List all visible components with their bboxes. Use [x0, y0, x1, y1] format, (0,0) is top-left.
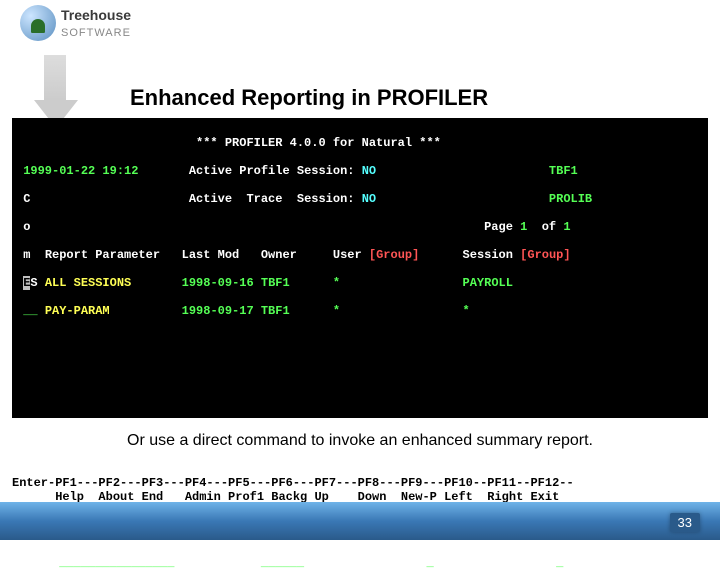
- page-number: 33: [670, 513, 700, 532]
- row-1-lastmod: 1998-09-16: [182, 276, 254, 290]
- amend-groups-1: Amend Groups?: [326, 556, 420, 570]
- active-trace-label: Active Trace Session:: [189, 192, 355, 206]
- terminal-screen: *** PROFILER 4.0.0 for Natural *** 1999-…: [12, 120, 708, 418]
- row-2-user: *: [333, 304, 340, 318]
- row-2-lastmod: 1998-09-17: [182, 304, 254, 318]
- col-last-mod: Last Mod: [182, 248, 240, 262]
- right-val-2: PROLIB: [549, 192, 592, 206]
- cmd-underline[interactable]: __: [23, 304, 37, 318]
- pf-key-header: Enter-PF1---PF2---PF3---PF4---PF5---PF6-…: [12, 476, 574, 490]
- col-owner: Owner: [261, 248, 297, 262]
- col-session: Session: [463, 248, 513, 262]
- active-trace-value: NO: [362, 192, 376, 206]
- slide-footer: 33: [0, 502, 720, 540]
- from-label: From: [23, 556, 52, 570]
- page-of: of: [542, 220, 556, 234]
- terminal-title: *** PROFILER 4.0.0 for Natural ***: [196, 136, 441, 150]
- page-label: Page: [484, 220, 513, 234]
- side-letter-s: S: [30, 276, 37, 290]
- row-1-owner: TBF1: [261, 276, 290, 290]
- slide-caption: Or use a direct command to invoke an enh…: [0, 432, 720, 450]
- active-profile-value: NO: [362, 164, 376, 178]
- right-val-1: TBF1: [549, 164, 578, 178]
- active-profile-label: Active Profile Session:: [189, 164, 355, 178]
- col-session-group: [Group]: [520, 248, 570, 262]
- page-total: 1: [563, 220, 570, 234]
- col-user-group: [Group]: [369, 248, 419, 262]
- pf-key-bar: Enter-PF1---PF2---PF3---PF4---PF5---PF6-…: [12, 462, 708, 504]
- row-1-session: PAYROLL: [463, 276, 513, 290]
- arrow-down-icon: [35, 55, 75, 125]
- col-user: User: [333, 248, 362, 262]
- terminal-date: 1999-01-22 19:12: [23, 164, 138, 178]
- slide-title: Enhanced Reporting in PROFILER: [130, 85, 488, 111]
- row-1-param: ALL SESSIONS: [45, 276, 131, 290]
- brand-logo: Treehouse SOFTWARE: [20, 5, 131, 41]
- logo-text: Treehouse SOFTWARE: [61, 7, 131, 39]
- row-2-session: *: [463, 304, 470, 318]
- logo-icon: [20, 5, 56, 41]
- amend-groups-2: Amend Groups?: [455, 556, 549, 570]
- owner-input-label: Owner: [218, 556, 254, 570]
- col-report-param: Report Parameter: [45, 248, 160, 262]
- row-2-param: PAY-PARAM: [45, 304, 110, 318]
- row-2-owner: TBF1: [261, 304, 290, 318]
